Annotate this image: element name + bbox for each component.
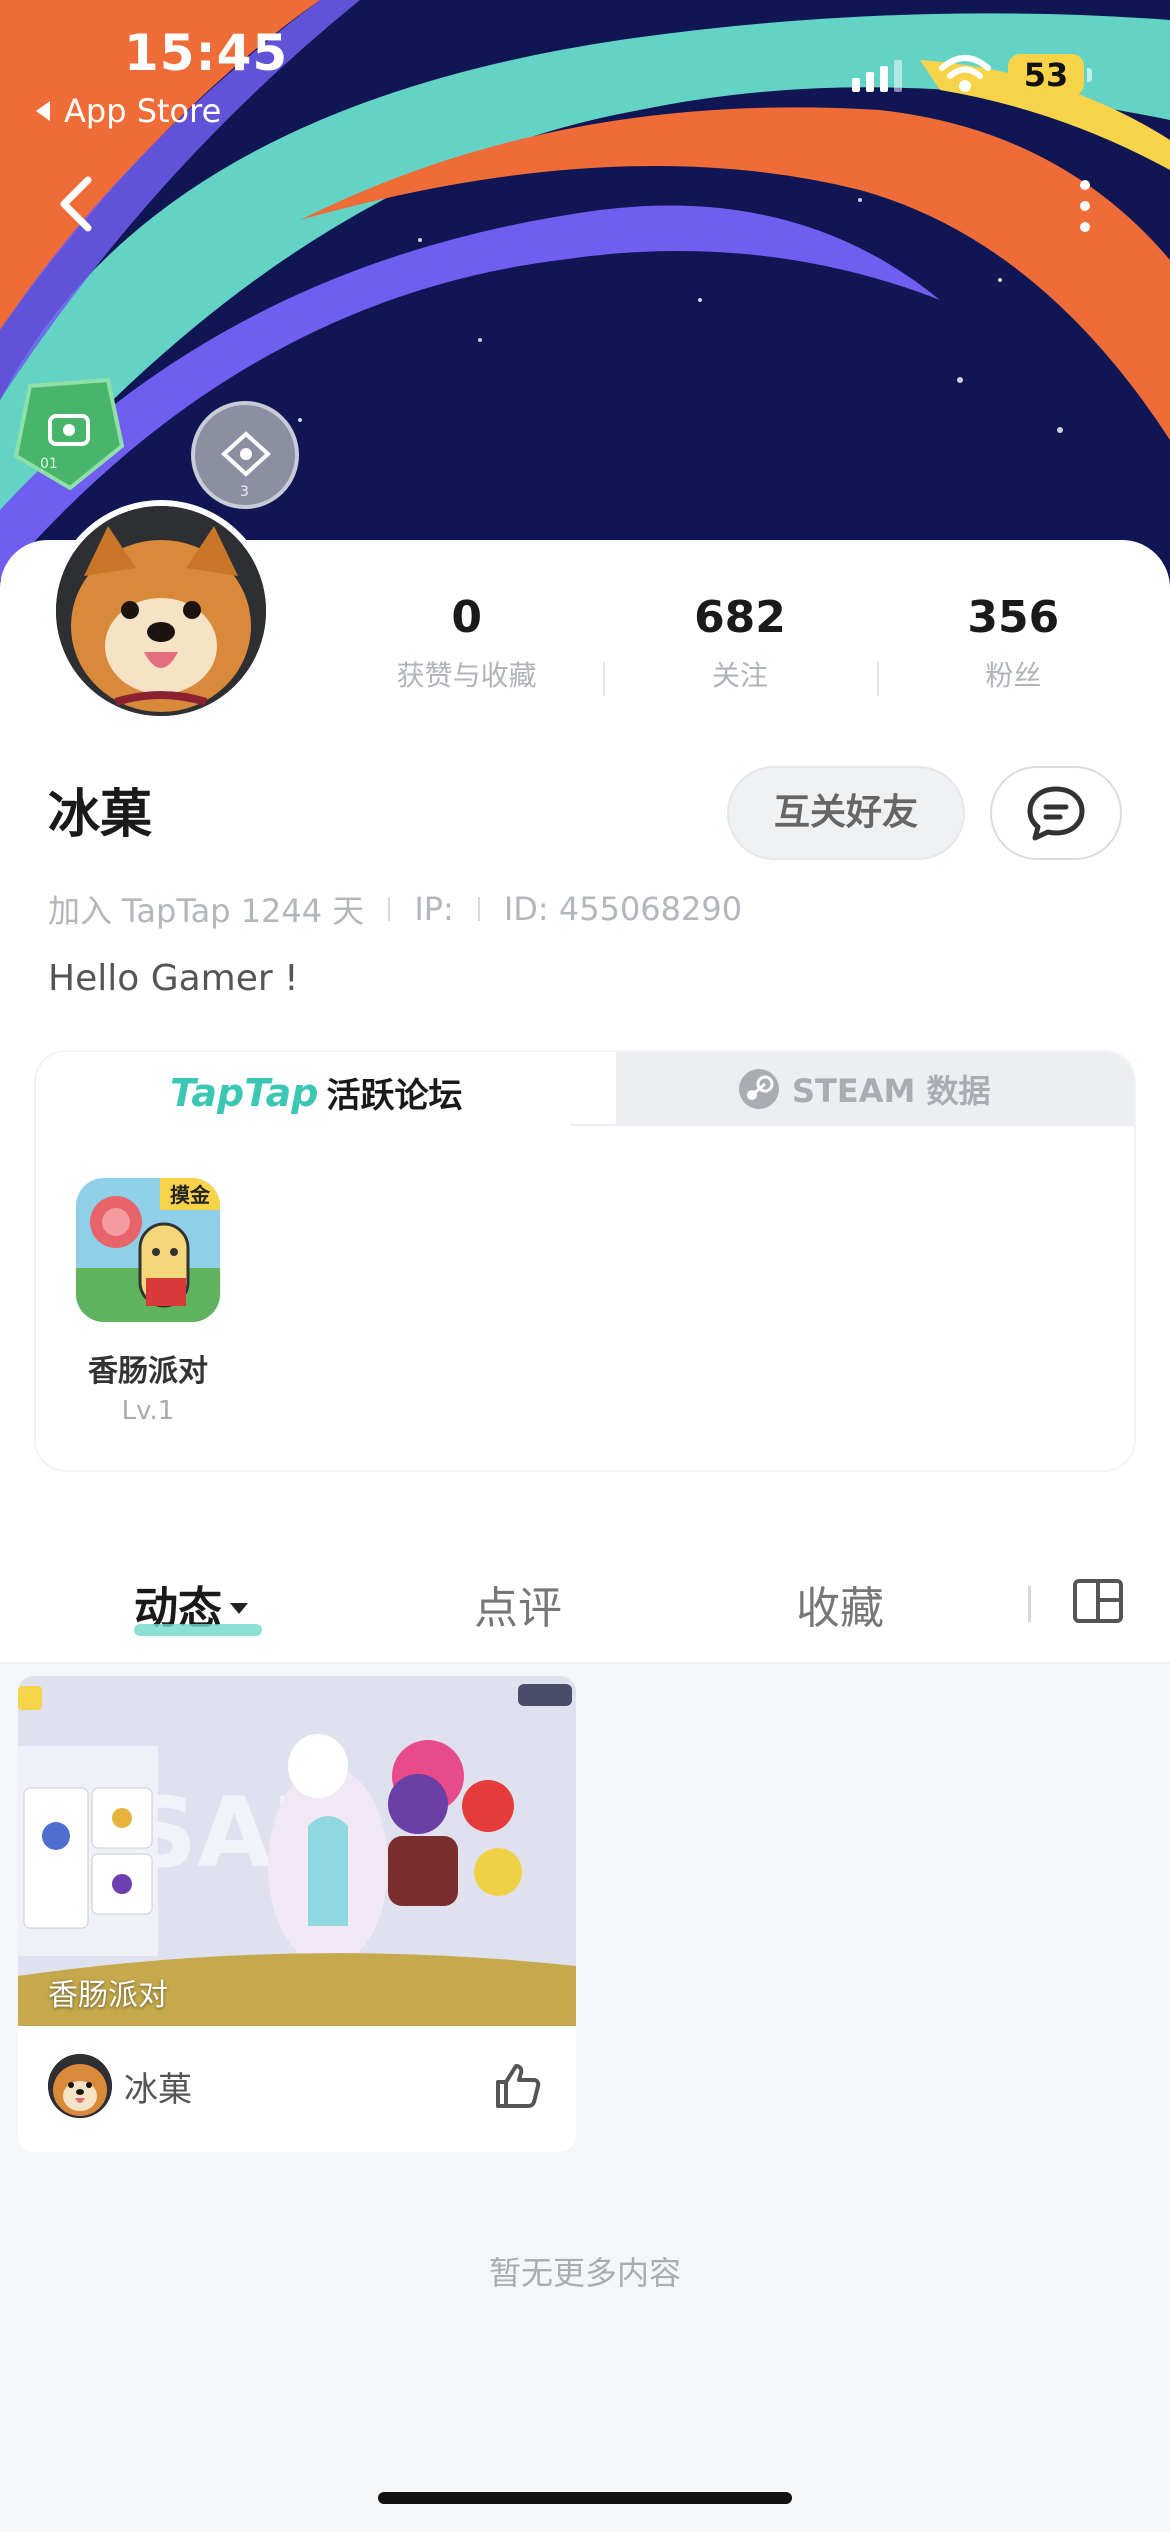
stat-followers-label: 粉丝 (985, 659, 1042, 692)
stat-followers[interactable]: 356 粉丝 (876, 590, 1150, 696)
game-name[interactable]: 香肠派对 (54, 1346, 242, 1390)
game-icon-sausage-party[interactable]: 摸金 (76, 1178, 220, 1322)
tab-forum-text: 活跃论坛 (326, 1076, 463, 1116)
meta-divider (477, 897, 480, 921)
joined-days: 加入 TapTap 1244 天 (48, 892, 365, 930)
profile-name: 冰菓 (48, 785, 153, 845)
active-tab-indicator (134, 1624, 262, 1636)
back-arrow-icon[interactable] (56, 174, 96, 234)
back-to-app-store[interactable]: App Store (36, 92, 221, 130)
dropdown-caret-icon[interactable] (230, 1602, 248, 1614)
chat-bubble-icon (1027, 786, 1085, 841)
stat-following-label: 关注 (711, 659, 768, 692)
post-card[interactable]: SAL 香肠派对 冰菓 (18, 1676, 576, 2152)
tab-favorites[interactable]: 收藏 (796, 1572, 884, 1636)
empty-feed-text: 暂无更多内容 (488, 2254, 681, 2292)
post-author[interactable]: 冰菓 (48, 2054, 192, 2118)
more-options-icon[interactable] (1080, 180, 1090, 243)
tab-reviews[interactable]: 点评 (474, 1572, 562, 1636)
tab-forum-label[interactable]: TapTap 活跃论坛 (170, 1068, 463, 1117)
dog-mini-avatar-image (48, 2054, 112, 2118)
achievement-badge-green-icon[interactable]: 01 (10, 376, 128, 492)
user-id[interactable]: ID: 455068290 (504, 890, 742, 928)
message-button[interactable] (990, 766, 1122, 860)
tab-steam-text: STEAM 数据 (792, 1072, 991, 1110)
status-bar: 15:45 App Store 53 (0, 0, 1170, 150)
thumbs-up-icon[interactable] (492, 2060, 544, 2112)
battery-indicator: 53 (1008, 54, 1092, 96)
ip-location: IP: (414, 890, 454, 928)
stat-likes[interactable]: 0 获赞与收藏 (330, 590, 603, 694)
svg-text:01: 01 (40, 456, 58, 472)
stat-likes-value: 0 (451, 592, 482, 643)
meta-divider (388, 897, 391, 921)
profile-stats: 0 获赞与收藏 682 关注 356 粉丝 (330, 590, 1150, 696)
tabs-divider (1028, 1586, 1031, 1622)
stat-following-value: 682 (694, 592, 786, 643)
svg-text:3: 3 (240, 484, 249, 500)
stat-likes-label: 获赞与收藏 (396, 659, 537, 692)
avatar[interactable] (50, 500, 272, 722)
cellular-signal-icon (852, 60, 902, 92)
mutual-friends-button[interactable]: 互关好友 (727, 766, 965, 860)
status-time: 15:45 (124, 24, 289, 82)
wifi-icon (939, 55, 991, 92)
profile-meta: 加入 TapTap 1244 天 IP: ID: 455068290 (48, 886, 742, 932)
home-indicator[interactable] (378, 2492, 792, 2504)
stat-followers-value: 356 (967, 592, 1060, 643)
dog-avatar-image (56, 506, 266, 716)
layout-toggle-icon[interactable] (1072, 1578, 1124, 1624)
steam-icon (739, 1069, 779, 1109)
post-author-name[interactable]: 冰菓 (124, 2062, 192, 2111)
game-level: Lv.1 (121, 1396, 175, 1426)
post-author-avatar[interactable] (48, 2054, 112, 2118)
game-icon-badge: 摸金 (170, 1183, 211, 1207)
sausage-party-icon: 摸金 (76, 1178, 220, 1322)
achievement-badge-gray-icon[interactable]: 3 (188, 398, 302, 512)
stat-following[interactable]: 682 关注 (603, 590, 876, 696)
tab-steam-label[interactable]: STEAM 数据 (738, 1066, 991, 1112)
taptap-logo: TapTap (170, 1070, 319, 1115)
profile-bio: Hello Gamer ! (48, 958, 299, 999)
post-game-tag[interactable]: 香肠派对 (48, 1970, 168, 2014)
back-app-label: App Store (64, 92, 222, 130)
back-triangle-icon (36, 101, 50, 121)
